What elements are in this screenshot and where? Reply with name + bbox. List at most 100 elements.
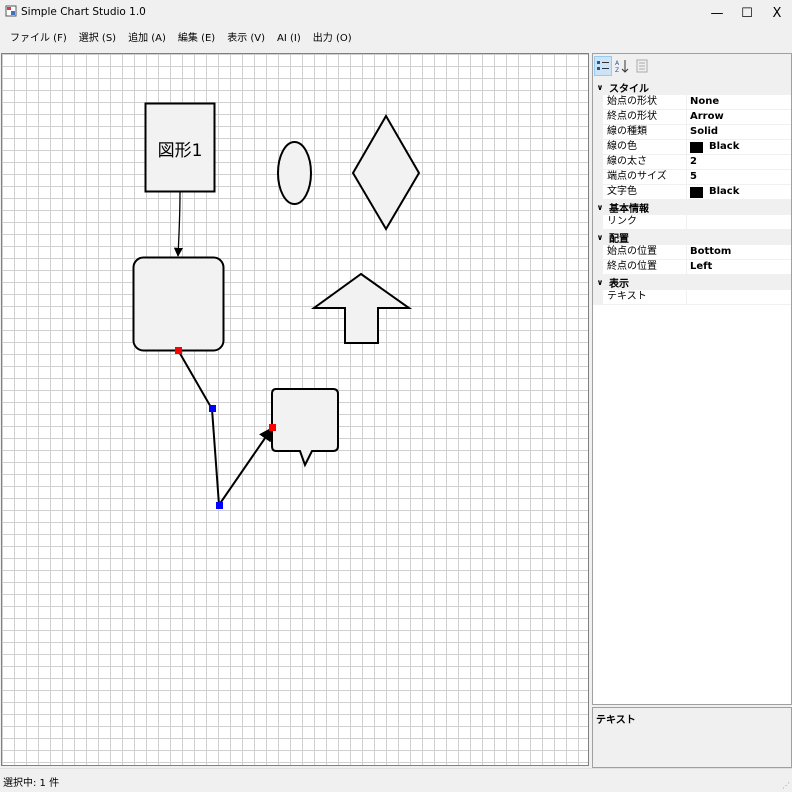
- row-gutter: [593, 290, 603, 304]
- property-value[interactable]: [687, 215, 791, 229]
- close-button[interactable]: X: [762, 0, 792, 26]
- shape-diamond[interactable]: [351, 114, 421, 231]
- property-row[interactable]: 始点の位置 Bottom: [593, 245, 791, 260]
- category-layout[interactable]: ∨ 配置: [593, 230, 791, 245]
- menu-edit[interactable]: 編集 (E): [172, 28, 221, 50]
- title-bar: Simple Chart Studio 1.0 — ☐ X: [0, 0, 792, 26]
- property-row[interactable]: 線の太さ 2: [593, 155, 791, 170]
- property-rows: ∨ スタイル 始点の形状 None 終点の形状 Arrow 線の種類 Solid…: [593, 80, 791, 305]
- connector-mid-handle-1[interactable]: [209, 405, 216, 412]
- property-value-text: Black: [709, 141, 740, 152]
- category-basic-info[interactable]: ∨ 基本情報: [593, 200, 791, 215]
- drawing-canvas[interactable]: 図形1: [1, 53, 589, 766]
- category-style[interactable]: ∨ スタイル: [593, 80, 791, 95]
- property-value[interactable]: Bottom: [687, 245, 791, 259]
- property-name: テキスト: [603, 290, 687, 304]
- connector-start-handle[interactable]: [175, 347, 182, 354]
- property-row[interactable]: 線の種類 Solid: [593, 125, 791, 140]
- category-label: スタイル: [609, 84, 649, 95]
- color-swatch: [690, 141, 703, 153]
- category-label: 配置: [609, 234, 629, 245]
- menu-ai[interactable]: AI (I): [271, 28, 307, 50]
- property-row[interactable]: 線の色 Black: [593, 140, 791, 155]
- property-value[interactable]: Solid: [687, 125, 791, 139]
- menu-output[interactable]: 出力 (O): [307, 28, 358, 50]
- shape-ellipse[interactable]: [277, 141, 312, 205]
- row-gutter: [593, 170, 603, 184]
- chevron-down-icon[interactable]: ∨: [593, 233, 607, 242]
- shape-rounded-rectangle[interactable]: [132, 256, 225, 352]
- property-row[interactable]: 始点の形状 None: [593, 95, 791, 110]
- property-row[interactable]: テキスト: [593, 290, 791, 305]
- property-name: 始点の位置: [603, 245, 687, 259]
- chevron-down-icon[interactable]: ∨: [593, 83, 607, 92]
- row-gutter: [593, 215, 603, 229]
- canvas-shapes: [132, 102, 421, 509]
- row-gutter: [593, 185, 603, 199]
- property-name: 始点の形状: [603, 95, 687, 109]
- property-value[interactable]: None: [687, 95, 791, 109]
- property-value[interactable]: Arrow: [687, 110, 791, 124]
- app-icon: [5, 5, 17, 17]
- property-value-text: Bottom: [690, 246, 732, 257]
- property-value[interactable]: Black: [687, 185, 791, 199]
- property-row[interactable]: 文字色 Black: [593, 185, 791, 200]
- property-value-text: Left: [690, 261, 713, 272]
- property-name: リンク: [603, 215, 687, 229]
- property-grid: A Z ∨ スタイル 始点の形状 None 終点の形状 Arrow 線の種類 S…: [592, 53, 792, 705]
- chevron-down-icon[interactable]: ∨: [593, 278, 607, 287]
- window-title: Simple Chart Studio 1.0: [21, 6, 146, 18]
- category-label: 表示: [609, 279, 629, 290]
- svg-text:Z: Z: [615, 67, 619, 74]
- shape-up-arrow[interactable]: [310, 272, 413, 344]
- categorized-view-button[interactable]: [594, 56, 612, 76]
- property-value[interactable]: 2: [687, 155, 791, 169]
- property-row[interactable]: 端点のサイズ 5: [593, 170, 791, 185]
- connector-rounded-to-bubble[interactable]: [177, 349, 273, 508]
- property-value[interactable]: 5: [687, 170, 791, 184]
- row-gutter: [593, 245, 603, 259]
- property-pages-button[interactable]: [633, 56, 651, 76]
- menu-view[interactable]: 表示 (V): [221, 28, 271, 50]
- row-gutter: [593, 260, 603, 274]
- resize-grip-icon[interactable]: ⋰: [782, 781, 790, 790]
- property-name: 端点のサイズ: [603, 170, 687, 184]
- property-value[interactable]: Left: [687, 260, 791, 274]
- menu-file[interactable]: ファイル (F): [4, 28, 73, 50]
- connector-mid-handle-2[interactable]: [216, 502, 223, 509]
- row-gutter: [593, 110, 603, 124]
- property-grid-toolbar: A Z: [593, 54, 791, 80]
- row-gutter: [593, 95, 603, 109]
- property-row[interactable]: リンク: [593, 215, 791, 230]
- menu-add[interactable]: 追加 (A): [122, 28, 172, 50]
- property-value-text: Solid: [690, 126, 719, 137]
- color-swatch: [690, 186, 703, 198]
- property-value[interactable]: Black: [687, 140, 791, 154]
- property-value-text: 2: [690, 156, 697, 167]
- chevron-down-icon[interactable]: ∨: [593, 203, 607, 212]
- property-value[interactable]: [687, 290, 791, 304]
- category-display[interactable]: ∨ 表示: [593, 275, 791, 290]
- property-value-text: 5: [690, 171, 697, 182]
- maximize-icon: ☐: [741, 5, 753, 21]
- menu-select[interactable]: 選択 (S): [73, 28, 122, 50]
- close-icon: X: [772, 5, 782, 21]
- connector-end-handle[interactable]: [269, 424, 276, 431]
- alphabetical-view-button[interactable]: A Z: [613, 56, 631, 76]
- app-window: Simple Chart Studio 1.0 — ☐ X ファイル (F) 選…: [0, 0, 792, 792]
- shape-speech-bubble[interactable]: [271, 388, 339, 468]
- maximize-button[interactable]: ☐: [732, 0, 762, 26]
- menu-bar: ファイル (F) 選択 (S) 追加 (A) 編集 (E) 表示 (V) AI …: [0, 28, 792, 50]
- status-bar: 選択中: 1 件 ⋰: [0, 768, 792, 792]
- shape-rectangle-label: 図形1: [157, 140, 203, 161]
- property-name: 線の色: [603, 140, 687, 154]
- property-pages-icon: [636, 59, 648, 73]
- property-row[interactable]: 終点の位置 Left: [593, 260, 791, 275]
- property-description: テキスト: [592, 707, 792, 768]
- property-row[interactable]: 終点の形状 Arrow: [593, 110, 791, 125]
- property-name: 終点の位置: [603, 260, 687, 274]
- connector-rect-to-rounded[interactable]: [173, 191, 183, 257]
- row-gutter: [593, 125, 603, 139]
- property-value-text: Arrow: [690, 111, 724, 122]
- minimize-button[interactable]: —: [702, 0, 732, 26]
